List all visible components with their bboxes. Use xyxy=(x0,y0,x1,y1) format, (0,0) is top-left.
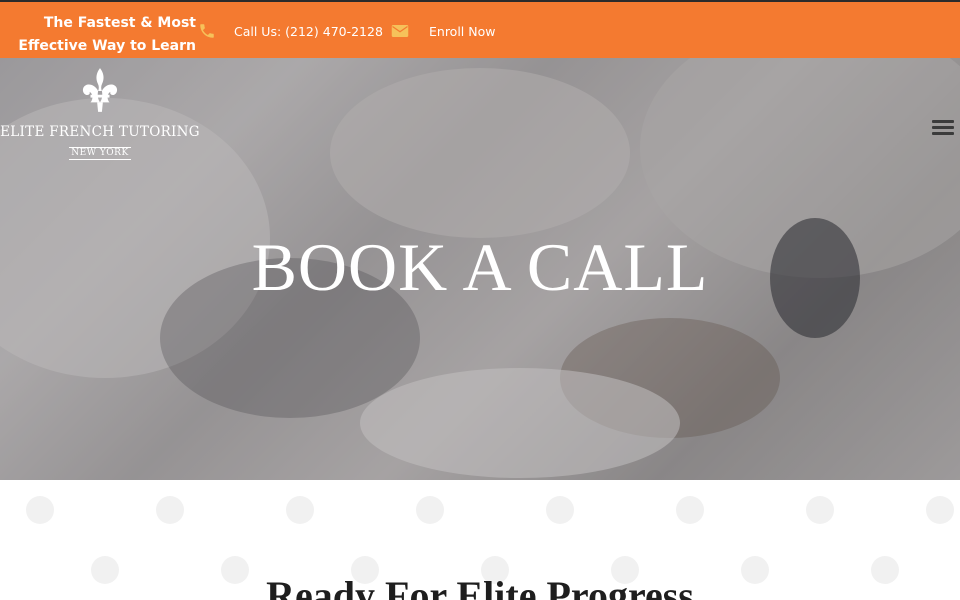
content-section: Ready For Elite Progress xyxy=(0,480,960,600)
section-heading: Ready For Elite Progress xyxy=(266,573,694,600)
call-us-link[interactable]: Call Us: (212) 470-2128 xyxy=(197,21,383,41)
tagline: The Fastest & Most Effective Way to Lear… xyxy=(0,12,196,58)
phone-icon xyxy=(197,21,217,41)
top-bar: The Fastest & Most Effective Way to Lear… xyxy=(0,0,960,58)
hero-banner: ELITE FRENCH TUTORING NEW YORK BOOK A CA… xyxy=(0,58,960,480)
logo-brand-name: ELITE FRENCH TUTORING xyxy=(0,124,200,140)
site-logo[interactable]: ELITE FRENCH TUTORING NEW YORK xyxy=(0,66,200,160)
fleur-de-lis-icon xyxy=(82,68,118,112)
page-title: BOOK A CALL xyxy=(251,229,709,305)
envelope-icon xyxy=(390,21,410,41)
logo-city: NEW YORK xyxy=(69,147,131,160)
tagline-line-2: Effective Way to Learn xyxy=(18,38,196,54)
call-us-label: Call Us: (212) 470-2128 xyxy=(234,23,383,39)
enroll-now-link[interactable]: Enroll Now xyxy=(390,21,495,41)
tagline-line-1: The Fastest & Most xyxy=(43,15,196,31)
enroll-now-label: Enroll Now xyxy=(429,23,496,39)
hamburger-menu-icon[interactable] xyxy=(932,120,954,136)
